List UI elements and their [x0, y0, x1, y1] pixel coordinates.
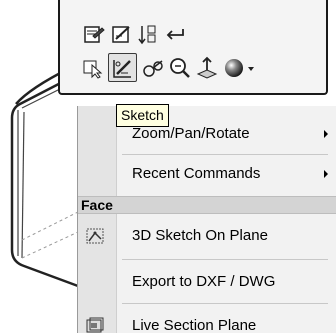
menu-section-header-face: Face [78, 196, 336, 214]
zoom-icon [170, 58, 190, 78]
menu-item-3d-sketch-on-plane[interactable]: 3D Sketch On Plane [78, 216, 336, 256]
menu-item-live-section-plane[interactable]: Live Section Plane [78, 306, 336, 333]
dropdown-arrow-icon [248, 67, 254, 71]
menu-item-label: Live Section Plane [132, 317, 257, 333]
menu-separator [122, 303, 328, 304]
menu-item-export-dxf-dwg[interactable]: Export to DXF / DWG [78, 262, 336, 302]
sort-icon [138, 25, 156, 45]
rebuild-icon [84, 26, 105, 43]
menu-item-label: Zoom/Pan/Rotate [132, 125, 250, 142]
sort-button[interactable] [136, 23, 160, 47]
edit-sketch-button[interactable] [110, 23, 134, 47]
menu-separator [122, 259, 328, 260]
submenu-arrow-icon [324, 170, 328, 178]
appearance-icon [225, 59, 254, 77]
sketch-icon [113, 60, 131, 78]
menu-item-label: Export to DXF / DWG [132, 273, 276, 290]
smart-dimension-icon [143, 60, 163, 77]
normal-to-icon [196, 56, 218, 79]
menu-item-label: Recent Commands [132, 165, 261, 182]
3d-sketch-icon [86, 228, 104, 244]
smart-dimension-button[interactable] [142, 56, 166, 80]
hidden-edges [21, 211, 79, 259]
menu-item-recent-commands[interactable]: Recent Commands [78, 154, 336, 194]
select-button[interactable] [82, 56, 106, 80]
appearance-button[interactable] [222, 56, 258, 80]
live-section-icon [86, 317, 104, 333]
submenu-arrow-icon [324, 130, 328, 138]
select-icon [83, 60, 103, 79]
return-button[interactable] [163, 23, 187, 47]
context-toolbar [58, 0, 328, 95]
sketch-tooltip: Sketch [116, 104, 169, 127]
sketch-button[interactable] [108, 53, 137, 82]
rebuild-button[interactable] [82, 23, 106, 47]
menu-item-label: 3D Sketch On Plane [132, 227, 268, 244]
edit-sketch-icon [112, 26, 130, 43]
section-title: Face [81, 197, 113, 213]
normal-to-button[interactable] [195, 56, 219, 80]
return-icon [166, 29, 184, 40]
context-menu: Zoom/Pan/Rotate Recent Commands Face 3D … [77, 106, 336, 333]
zoom-button[interactable] [168, 56, 192, 80]
